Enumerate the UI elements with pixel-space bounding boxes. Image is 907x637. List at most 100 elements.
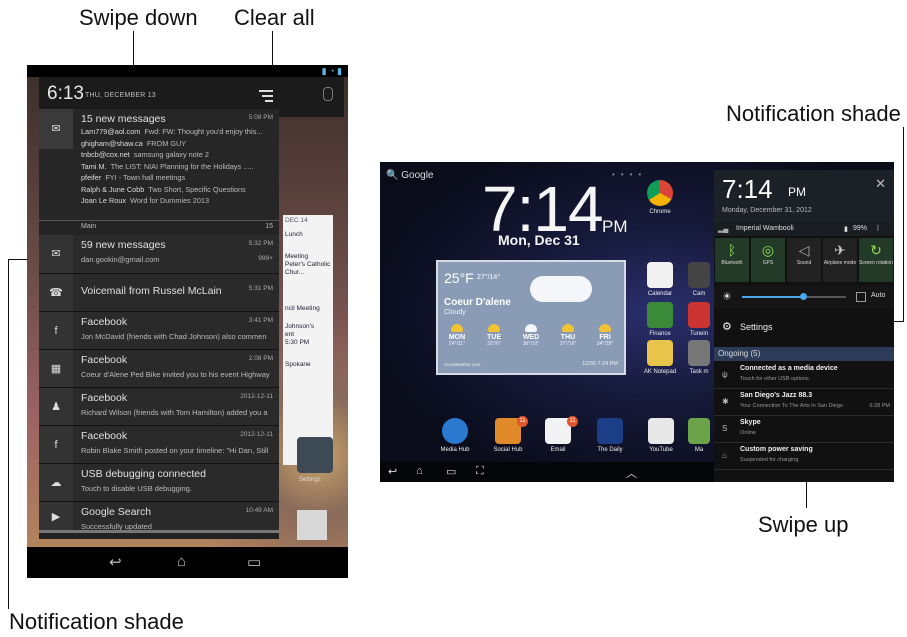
auto-brightness-checkbox[interactable] <box>856 292 866 302</box>
notification-item[interactable]: ☎ Voicemail from Russel McLain 5:31 PM <box>39 274 279 312</box>
message-line: Joan Le Roux Word for Dummies 2013 <box>81 196 210 205</box>
home-icon[interactable]: ⌂ <box>177 553 186 570</box>
notification-time: 2:08 PM <box>248 355 273 362</box>
notification-item[interactable]: ▦ Facebook 2:08 PM Coeur d'Alene Ped Bik… <box>39 350 279 388</box>
tunein-icon <box>688 302 710 328</box>
media-hub-app[interactable]: Media Hub <box>433 418 477 453</box>
toggle-screen-rotation[interactable]: ↻ Screen rotation <box>859 238 893 282</box>
brightness-slider[interactable] <box>742 293 846 300</box>
notification-time: 2012-12-11 <box>240 431 273 438</box>
play-store-icon: ▶ <box>51 511 61 523</box>
task-manager-app[interactable]: Task m <box>684 340 714 375</box>
notification-item[interactable]: ✉ 59 new messages 5:32 PM dan.gookin@gma… <box>39 235 279 274</box>
tunein-app[interactable]: Tunein <box>684 302 714 337</box>
google-search-bar[interactable]: 🔍 Google <box>386 170 433 181</box>
camera-app[interactable]: Cam <box>684 262 714 297</box>
clock-widget-date: Mon, Dec 31 <box>498 232 580 248</box>
settings-row[interactable]: ⚙ Settings <box>714 318 894 338</box>
calendar-app[interactable]: Calendar <box>638 262 682 297</box>
maps-app[interactable]: Ma <box>684 418 714 453</box>
recents-icon[interactable]: ▭ <box>247 553 261 571</box>
social-hub-badge: 11 <box>517 416 528 427</box>
skype-icon: S <box>722 424 728 433</box>
notification-item[interactable]: ▶ Google Search 10:49 AM Successfully up… <box>39 502 279 533</box>
notification-shade[interactable]: ✉ 15 new messages 5:08 PM Lam779@aol.com… <box>39 109 279 539</box>
notification-title: Google Search <box>81 506 152 518</box>
notification-item[interactable]: f Facebook 3:41 PM Jon McDavid (friends … <box>39 312 279 350</box>
sun-icon <box>451 324 463 332</box>
recents-icon[interactable]: ▭ <box>446 465 456 478</box>
the-daily-app[interactable]: The Daily <box>588 418 632 453</box>
facebook-icon: f <box>54 438 58 451</box>
shade-clock: 6:13 <box>47 83 84 104</box>
phone-nav-bar: ↩ ⌂ ▭ <box>27 547 348 578</box>
sound-off-icon: ◁ <box>798 242 810 258</box>
tablet-notification-shade[interactable]: 7:14 PM Monday, December 31, 2012 ✕ ▂▄ I… <box>714 170 894 482</box>
voicemail-icon: ☎ <box>49 286 63 299</box>
ongoing-time: 6:28 PM <box>869 403 890 409</box>
camera-icon <box>688 262 710 288</box>
chevron-up-icon[interactable]: ︿ <box>626 465 637 481</box>
notification-text: Coeur d'Alene Ped Bike invited you to hi… <box>81 370 270 379</box>
close-icon[interactable]: ✕ <box>875 176 886 192</box>
notification-text: Robin Blake Smith posted on your timelin… <box>81 446 269 455</box>
notification-title: Facebook <box>81 354 128 366</box>
message-list: Lam779@aol.com Fwd: FW: Thought you'd en… <box>81 126 262 207</box>
ongoing-item[interactable]: ⌂ Custom power saving Suspended for char… <box>714 443 894 470</box>
ongoing-title: Skype <box>740 419 761 426</box>
ongoing-item[interactable]: ψ Connected as a media device Touch for … <box>714 362 894 389</box>
ongoing-title: Custom power saving <box>740 446 813 453</box>
finance-app[interactable]: Finance <box>638 302 682 337</box>
chrome-app[interactable]: Chrome <box>638 180 682 215</box>
ongoing-item[interactable]: ✱ San Diego's Jazz 88.3 Your Connection … <box>714 389 894 416</box>
toggle-sound[interactable]: ◁ Sound <box>787 238 821 282</box>
screenshot-icon[interactable]: ⛶ <box>476 465 484 478</box>
callout-notification-shade-right: Notification shade <box>726 101 901 126</box>
youtube-icon <box>648 418 674 444</box>
page-indicator: •••• <box>612 170 648 179</box>
notification-title: 59 new messages <box>81 239 166 251</box>
cloud-small-icon <box>525 324 537 332</box>
weather-hilo: 27°/14° <box>477 274 501 281</box>
mic-icon[interactable] <box>323 87 333 101</box>
shade-date: THU, DECEMBER 13 <box>85 92 156 99</box>
notification-gmail-group[interactable]: ✉ 15 new messages 5:08 PM Lam779@aol.com… <box>39 109 279 235</box>
clock-widget-ampm: PM <box>602 217 628 236</box>
settings-app-icon[interactable]: Settings <box>297 437 333 483</box>
callout-swipe-up: Swipe up <box>758 512 849 537</box>
tablet-screen: 🔍 Google •••• 7:14 PM Mon, Dec 31 25°F 2… <box>380 162 894 482</box>
calendar-event: ncil Meeting <box>285 305 320 312</box>
notepad-app[interactable]: AK Notepad <box>638 340 682 375</box>
bluetooth-small-icon: ᛒ <box>876 225 881 232</box>
youtube-app[interactable]: YouTube <box>639 418 683 453</box>
play-store-app-icon[interactable] <box>297 510 327 540</box>
callout-clear-all: Clear all <box>234 5 315 30</box>
panel-clock: 7:14 <box>722 174 773 204</box>
message-line: pfeifer FYI - Town hall meetings <box>81 173 186 182</box>
calendar-event: Lunch <box>285 231 303 238</box>
back-icon[interactable]: ↩ <box>109 553 122 571</box>
shade-drag-handle[interactable] <box>39 530 279 533</box>
notification-item[interactable]: ☁ USB debugging connected Touch to disab… <box>39 464 279 502</box>
notification-text: dan.gookin@gmail.com <box>81 255 160 264</box>
weather-widget[interactable]: 25°F 27°/14° Coeur D'alene Cloudy MON 24°… <box>436 260 626 375</box>
maps-icon <box>688 418 710 444</box>
brightness-row: ☀ Auto <box>714 286 894 308</box>
ongoing-item[interactable]: S Skype Online <box>714 416 894 443</box>
carrier-name: Imperial Wambooli <box>736 225 794 232</box>
battery-icon: ▮ <box>844 226 848 233</box>
clear-all-button[interactable] <box>259 87 273 103</box>
message-line: Ralph & June Cobb Two Short, Specific Qu… <box>81 184 246 194</box>
toggle-gps[interactable]: ◎ GPS <box>751 238 785 282</box>
brightness-slider-knob[interactable] <box>800 293 807 300</box>
notification-time: 5:08 PM <box>248 114 273 121</box>
notification-item[interactable]: f Facebook 2012-12-11 Robin Blake Smith … <box>39 426 279 464</box>
home-icon[interactable]: ⌂ <box>416 465 423 477</box>
toggle-airplane-mode[interactable]: ✈ Airplane mode <box>823 238 857 282</box>
back-icon[interactable]: ↩ <box>388 465 397 478</box>
toggle-bluetooth[interactable]: ᛒ Bluetooth <box>715 238 749 282</box>
calendar-widget-peek: DEC 14 Lunch Meeting Peter's Catholic Ch… <box>283 215 333 465</box>
notification-item[interactable]: ♟ Facebook 2012-12-11 Richard Wilson (fr… <box>39 388 279 426</box>
email-badge: 11 <box>567 416 578 427</box>
notification-time: 2012-12-11 <box>240 393 273 400</box>
